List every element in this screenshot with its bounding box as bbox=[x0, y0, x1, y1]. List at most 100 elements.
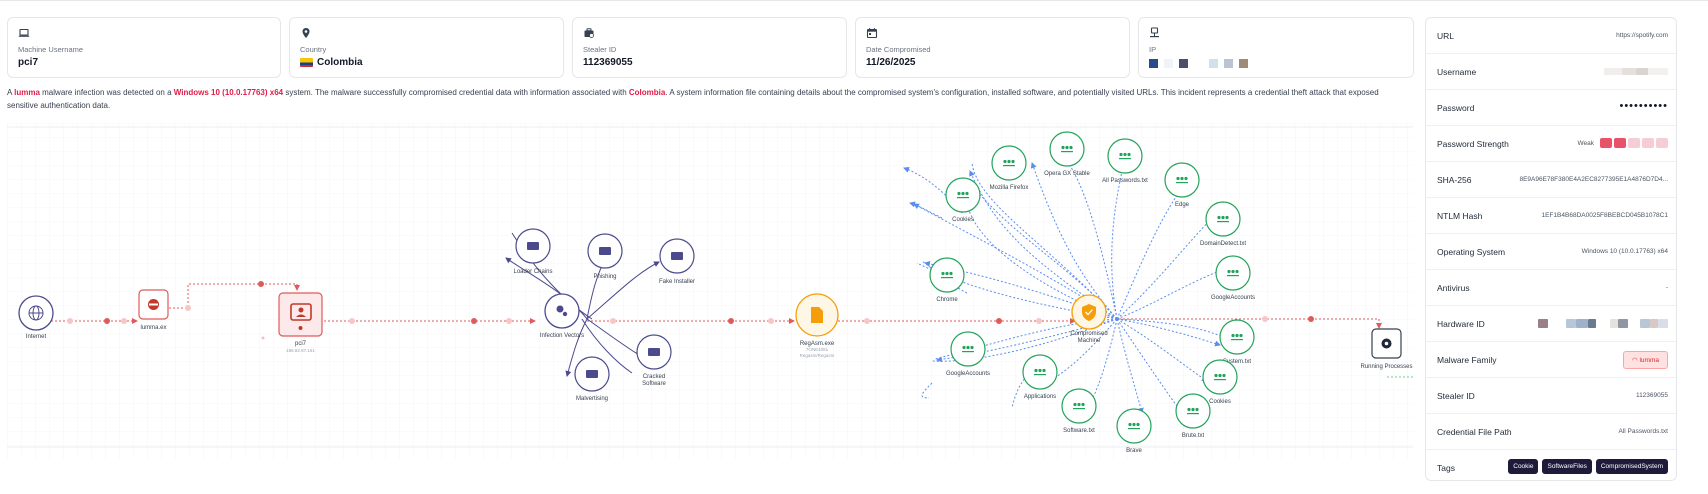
tag-softwarefiles[interactable]: SoftwareFiles bbox=[1542, 459, 1592, 474]
node-fake-installer[interactable]: Fake Installer bbox=[659, 238, 695, 285]
node-label: Malvertising bbox=[576, 396, 608, 402]
password-masked[interactable]: •••••••••• bbox=[1619, 100, 1668, 112]
artifact-label: Brute.txt bbox=[1182, 433, 1205, 439]
os-highlight: Windows 10 (10.0.17763) x64 bbox=[173, 88, 284, 97]
card-label: Country bbox=[300, 45, 327, 54]
node-label: Internet bbox=[26, 334, 47, 340]
node-compromised-machine[interactable]: Compromised Machine bbox=[1070, 294, 1108, 344]
strength-meter: Weak bbox=[1578, 138, 1668, 148]
artifact-label: Cookies bbox=[1209, 399, 1231, 405]
data-dots-icon bbox=[1214, 373, 1226, 381]
credential-details-panel: URL https://spotify.com Username Password… bbox=[1425, 17, 1677, 481]
node-label: Cracked bbox=[643, 374, 665, 380]
card-value: Colombia bbox=[300, 57, 363, 68]
artifact-label: Software.txt bbox=[1063, 428, 1095, 434]
card-label: Date Compromised bbox=[866, 45, 931, 54]
artifact-label: Mozilla Firefox bbox=[990, 185, 1029, 191]
monitor-icon bbox=[527, 242, 539, 250]
infection-graph[interactable]: Internet lumma.ex pci7 186.82.87.161 Inf… bbox=[7, 123, 1413, 459]
card-stealer-id: Stealer ID 112369055 bbox=[572, 17, 847, 78]
node-sublabel: 186.82.87.161 bbox=[286, 348, 315, 353]
detail-malware-family: Malware Family ◠ lumma bbox=[1426, 342, 1676, 378]
network-pc-icon bbox=[1150, 27, 1159, 38]
detail-stealer-id: Stealer ID 112369055 bbox=[1426, 378, 1676, 414]
artifact-label: Opera GX Stable bbox=[1044, 171, 1090, 177]
detail-sha256: SHA-256 8E9A96E78F380E4A2EC8277395E1A4876… bbox=[1426, 162, 1676, 198]
tag-compromisedsystem[interactable]: CompromisedSystem bbox=[1595, 459, 1668, 474]
data-dots-icon bbox=[1034, 368, 1046, 376]
file-icon bbox=[811, 307, 823, 323]
ip-redacted bbox=[1149, 59, 1250, 68]
detail-ntlm: NTLM Hash 1EF1B4B68DA0025F8BEBCD045B1078C… bbox=[1426, 198, 1676, 234]
node-label: Fake Installer bbox=[659, 279, 695, 285]
card-label: Machine Username bbox=[18, 45, 84, 54]
artifact-label: GoogleAccounts bbox=[946, 371, 990, 377]
data-dots-icon bbox=[1003, 159, 1015, 167]
data-dots-icon bbox=[1217, 215, 1229, 223]
data-dots-icon bbox=[1061, 145, 1073, 153]
location-pin-icon bbox=[302, 28, 310, 38]
monitor-icon bbox=[586, 370, 598, 378]
detail-hardware-id: Hardware ID bbox=[1426, 306, 1676, 342]
card-value: 11/26/2025 bbox=[866, 57, 916, 68]
card-value: pci7 bbox=[18, 57, 39, 68]
data-dots-icon bbox=[1176, 176, 1188, 184]
node-lumma[interactable]: lumma.ex bbox=[138, 289, 169, 331]
data-dots-icon bbox=[1231, 333, 1243, 341]
hwid-redacted bbox=[1538, 319, 1668, 328]
gear-icon bbox=[1381, 338, 1392, 349]
artifact-node-software[interactable]: Software.txt bbox=[1061, 388, 1097, 434]
tag-cookie[interactable]: Cookie bbox=[1508, 459, 1539, 474]
username-redacted bbox=[1604, 68, 1668, 75]
artifact-node-firefox[interactable]: Mozilla Firefox bbox=[990, 145, 1029, 191]
data-dots-icon bbox=[957, 191, 969, 199]
node-label: Software bbox=[642, 381, 666, 387]
detail-url: URL https://spotify.com bbox=[1426, 18, 1676, 54]
detail-cred-path: Credential File Path All Passwords.txt bbox=[1426, 414, 1676, 450]
detail-username: Username bbox=[1426, 54, 1676, 90]
monitor-icon bbox=[671, 252, 683, 260]
detail-password-strength: Password Strength Weak bbox=[1426, 126, 1676, 162]
data-dots-icon bbox=[1128, 422, 1140, 430]
infection-description: A lumma malware infection was detected o… bbox=[7, 88, 1379, 110]
card-ip: IP bbox=[1138, 17, 1414, 78]
node-label: Compromised bbox=[1070, 331, 1107, 337]
node-label: lumma.ex bbox=[140, 325, 166, 331]
detail-os: Operating System Windows 10 (10.0.17763) … bbox=[1426, 234, 1676, 270]
node-loader-chains[interactable]: Loader Chains bbox=[513, 228, 553, 275]
node-sublabel: 7ONE4081 bbox=[806, 347, 829, 352]
briefcase-icon bbox=[584, 28, 594, 38]
data-dots-icon bbox=[962, 345, 974, 353]
graph-canvas[interactable]: Internet lumma.ex pci7 186.82.87.161 Inf… bbox=[7, 123, 1413, 459]
artifact-label: GoogleAccounts bbox=[1211, 295, 1255, 301]
artifact-label: Applications bbox=[1024, 394, 1056, 400]
data-dots-icon bbox=[941, 271, 953, 279]
data-dots-icon bbox=[1187, 407, 1199, 415]
card-date-compromised: Date Compromised 11/26/2025 bbox=[855, 17, 1130, 78]
malware-family-badge[interactable]: ◠ lumma bbox=[1623, 351, 1668, 369]
colombia-flag-icon bbox=[300, 58, 313, 67]
node-label: Infection Vectors bbox=[540, 333, 584, 339]
node-label: Phishing bbox=[593, 274, 616, 280]
url-value[interactable]: https://spotify.com bbox=[1616, 32, 1668, 39]
node-malvertising[interactable]: Malvertising bbox=[574, 356, 610, 402]
detail-antivirus: Antivirus - bbox=[1426, 270, 1676, 306]
node-label: pci7 bbox=[295, 341, 307, 347]
data-dots-icon bbox=[1119, 152, 1131, 160]
calendar-icon bbox=[866, 28, 878, 39]
artifact-label: Chrome bbox=[936, 297, 958, 303]
laptop-icon bbox=[18, 28, 30, 37]
detail-tags: Tags Cookie SoftwareFiles CompromisedSyste… bbox=[1426, 450, 1676, 486]
artifact-label: Brave bbox=[1126, 448, 1142, 454]
artifact-label: All Passwords.txt bbox=[1102, 178, 1148, 184]
artifact-node-system[interactable]: System.txt bbox=[1219, 319, 1255, 365]
data-dots-icon bbox=[1073, 402, 1085, 410]
card-machine-username: Machine Username pci7 bbox=[7, 17, 281, 78]
monitor-icon bbox=[599, 247, 611, 255]
card-label: Stealer ID bbox=[583, 45, 617, 54]
card-country: Country Colombia bbox=[289, 17, 564, 78]
node-sublabel: Regasm/Regasm bbox=[800, 353, 835, 358]
data-dots-icon bbox=[1227, 269, 1239, 277]
artifact-node-apps[interactable]: Applications bbox=[1022, 354, 1058, 400]
node-label: Running Processes bbox=[1360, 364, 1412, 370]
